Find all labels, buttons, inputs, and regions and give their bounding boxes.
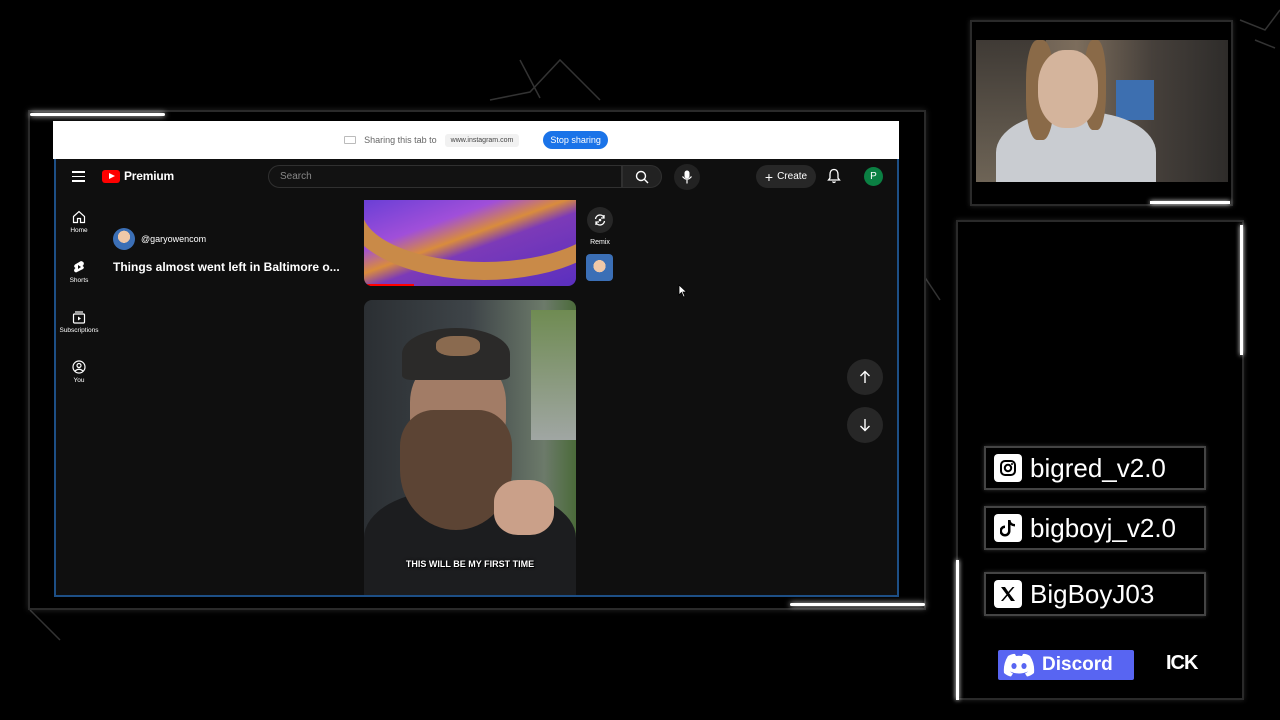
x-icon (994, 580, 1022, 608)
social-handle: bigred_v2.0 (1030, 452, 1166, 483)
discord-icon (1003, 653, 1035, 677)
sharing-url: www.instagram.com (444, 133, 520, 147)
youtube-logo[interactable]: Premium (102, 169, 174, 183)
arrow-up-icon (860, 370, 870, 383)
discord-extra-text: ICK (1166, 652, 1198, 674)
webcam-feed (976, 40, 1228, 182)
voice-search-button[interactable] (674, 164, 700, 190)
background-monitor (1116, 80, 1154, 120)
notifications-bell-icon[interactable] (827, 168, 841, 189)
side-panel-glow (1240, 225, 1243, 355)
tab-sharing-bar: Sharing this tab to www.instagram.com St… (53, 121, 899, 159)
previous-short-button[interactable] (847, 359, 883, 395)
discord-label: Discord (1042, 654, 1113, 675)
sidebar-item-label: You (73, 377, 85, 384)
next-short-button[interactable] (847, 407, 883, 443)
sidebar-item-label: Shorts (69, 277, 89, 284)
you-icon (56, 359, 102, 375)
sidebar-item-shorts[interactable]: Shorts (56, 259, 102, 284)
webcam-glow (1150, 201, 1230, 204)
mouse-cursor-icon (678, 284, 688, 298)
search-button[interactable] (622, 165, 662, 188)
remix-icon (594, 214, 606, 226)
side-panel-glow-lower (956, 560, 959, 700)
screen-share-icon (344, 136, 357, 144)
instagram-icon (994, 454, 1022, 482)
youtube-play-icon (102, 169, 120, 183)
home-icon (56, 209, 102, 225)
logo-text: Premium (124, 169, 174, 183)
audio-source-thumbnail[interactable] (586, 254, 613, 281)
search-box (268, 165, 622, 188)
sidebar-item-label: Subscriptions (59, 327, 99, 334)
create-label: Create (777, 171, 808, 182)
youtube-header: Premium + Create (56, 159, 897, 195)
arrow-down-icon (860, 419, 870, 432)
search-icon (635, 170, 649, 183)
channel-avatar[interactable] (113, 228, 135, 250)
social-handle: BigBoyJ03 (1030, 578, 1155, 609)
subscriptions-icon (56, 309, 102, 325)
social-instagram: bigred_v2.0 (984, 446, 1206, 490)
cap-patch (436, 336, 480, 356)
search-input[interactable] (269, 166, 621, 187)
short-title[interactable]: Things almost went left in Baltimore o..… (113, 260, 340, 274)
hamburger-menu-icon[interactable] (72, 171, 85, 185)
account-avatar[interactable]: P (864, 167, 883, 186)
shorts-icon (56, 259, 102, 275)
youtube-window: Premium + Create (54, 159, 899, 597)
car-window (531, 310, 576, 440)
social-tiktok: bigboyj_v2.0 (984, 506, 1206, 550)
create-button[interactable]: + Create (756, 165, 816, 188)
video-frame-art (364, 200, 576, 280)
current-short-video[interactable]: THIS WILL BE MY FIRST TIME (364, 300, 576, 595)
social-handle: bigboyj_v2.0 (1030, 512, 1176, 543)
video-caption: THIS WILL BE MY FIRST TIME (405, 559, 535, 569)
sidebar-item-label: Home (70, 227, 88, 234)
streamer-face (1038, 50, 1098, 128)
social-x: BigBoyJ03 (984, 572, 1206, 616)
sidebar-item-subscriptions[interactable]: Subscriptions (56, 309, 102, 334)
remix-label: Remix (590, 239, 610, 246)
microphone-icon (682, 170, 692, 184)
tiktok-icon (994, 514, 1022, 542)
sharing-text: Sharing this tab to (364, 135, 437, 145)
remix-button[interactable] (587, 207, 613, 233)
video-progress-bar[interactable] (364, 284, 414, 286)
sidebar-item-you[interactable]: You (56, 359, 102, 384)
channel-row[interactable]: @garyowencom (113, 228, 206, 250)
plus-icon: + (764, 168, 774, 185)
stop-sharing-button[interactable]: Stop sharing (543, 131, 608, 149)
video-person-hands (494, 480, 554, 535)
channel-name[interactable]: @garyowencom (141, 234, 206, 244)
frame-glow-bottom (790, 603, 925, 606)
frame-glow-top (30, 113, 165, 116)
sidebar-item-home[interactable]: Home (56, 209, 102, 234)
previous-short-video[interactable] (364, 200, 576, 286)
discord-badge: Discord (998, 650, 1134, 680)
